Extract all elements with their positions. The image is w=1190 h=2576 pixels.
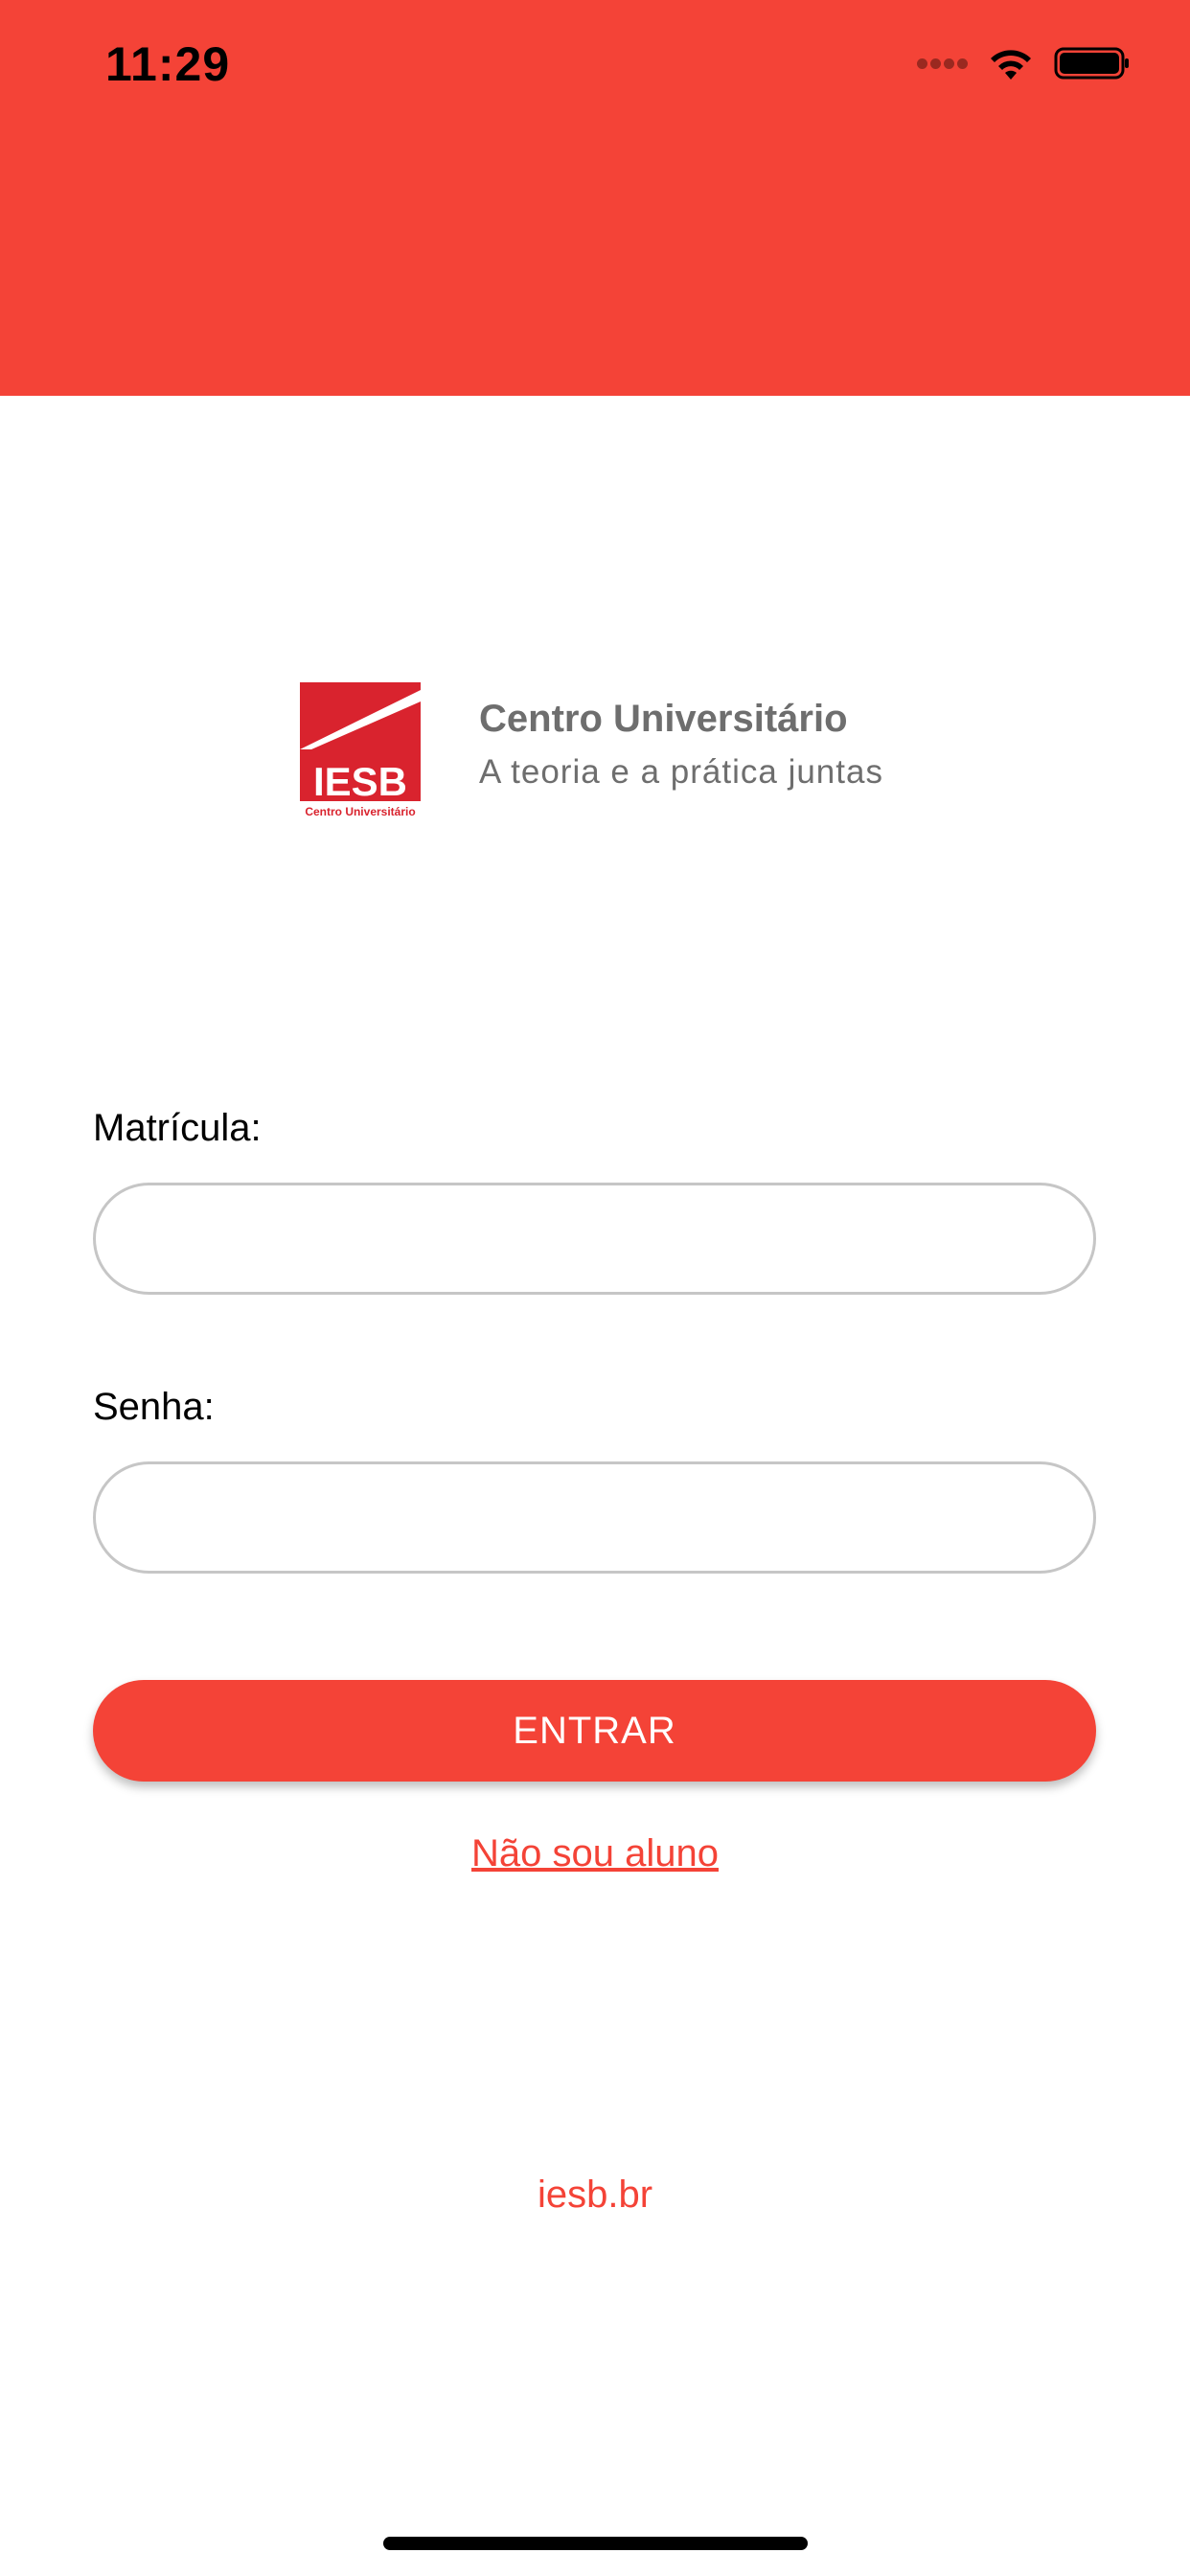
wifi-icon [991, 50, 1031, 80]
brand-text: Centro Universitário A teoria e a prátic… [479, 696, 883, 794]
entrar-button[interactable]: ENTRAR [93, 1680, 1096, 1782]
brand-block: IESB Centro Universitário Centro Univers… [300, 682, 883, 820]
svg-text:Centro Universitário: Centro Universitário [305, 805, 415, 818]
matricula-label: Matrícula: [93, 1107, 262, 1149]
status-time: 11:29 [105, 37, 231, 91]
header-bar: 11:29 [0, 0, 1190, 396]
not-student-link[interactable]: Não sou aluno [0, 1832, 1190, 1875]
status-icons [914, 44, 1131, 82]
website-link[interactable]: iesb.br [0, 2174, 1190, 2217]
brand-title: Centro Universitário [479, 698, 848, 740]
senha-input[interactable] [93, 1461, 1096, 1574]
login-screen: 11:29 IESB Centro Universitário Centro U… [0, 0, 1190, 2576]
iesb-logo: IESB Centro Universitário [300, 682, 421, 820]
home-indicator[interactable] [383, 2537, 808, 2550]
battery-icon [1054, 47, 1129, 80]
senha-label: Senha: [93, 1386, 215, 1428]
cellular-signal-icon [914, 58, 968, 69]
svg-text:IESB: IESB [313, 759, 407, 804]
brand-subtitle: A teoria e a prática juntas [479, 753, 883, 791]
matricula-input[interactable] [93, 1183, 1096, 1295]
